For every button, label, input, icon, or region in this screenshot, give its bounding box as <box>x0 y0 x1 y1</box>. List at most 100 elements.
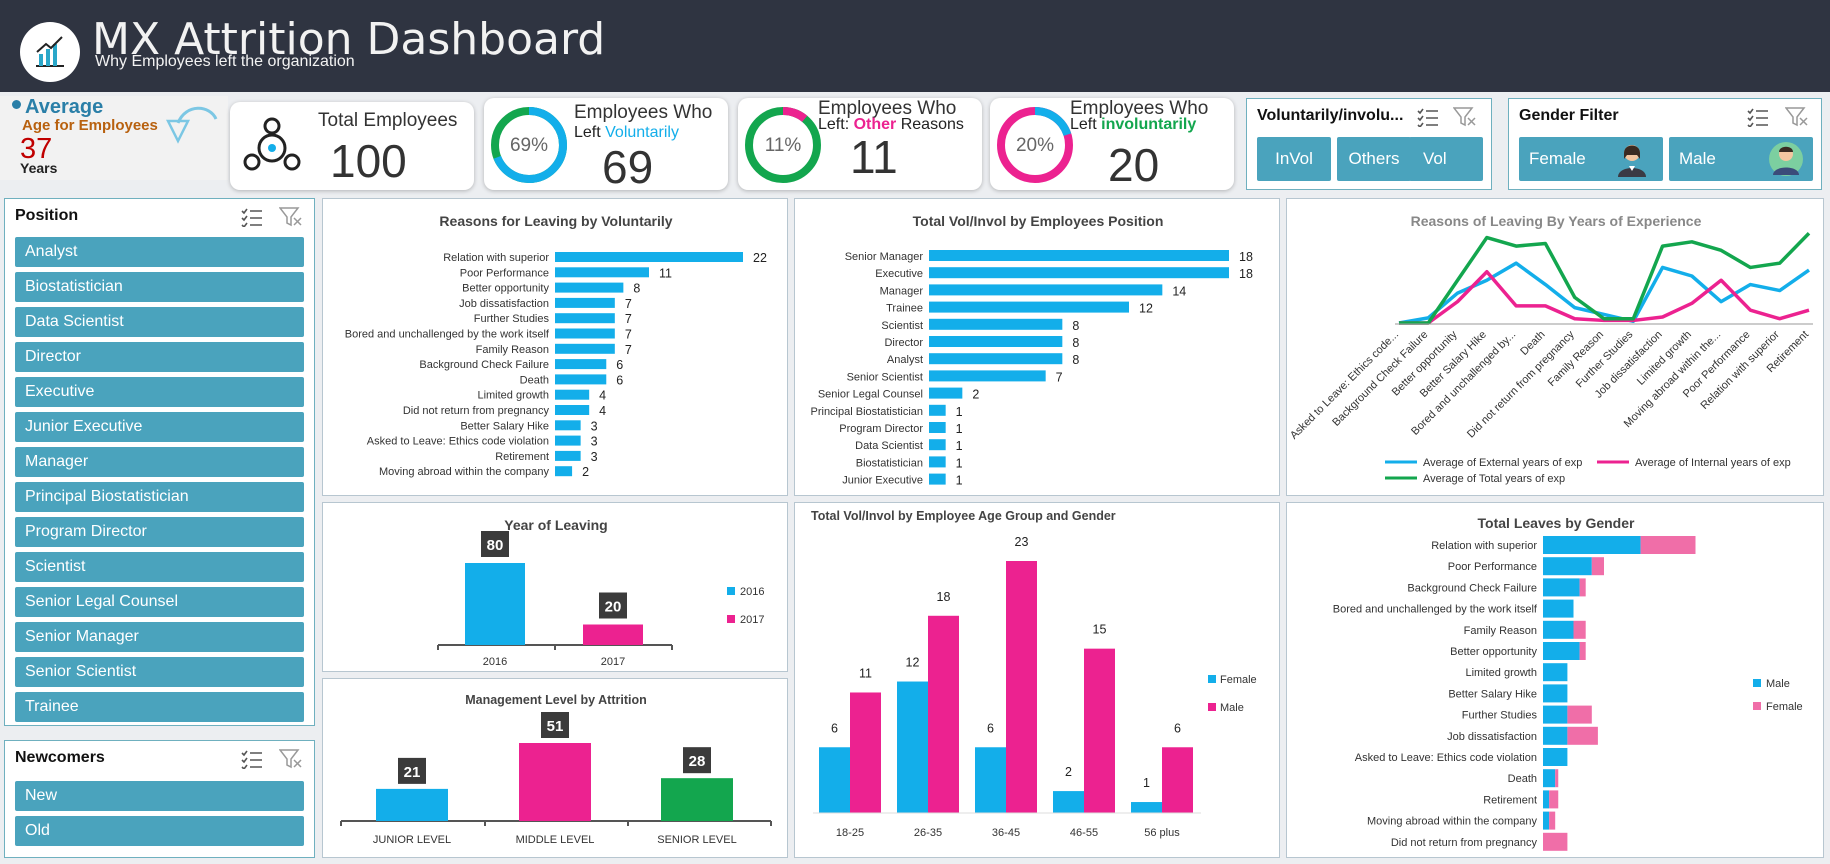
multi-select-icon[interactable] <box>1417 107 1439 127</box>
dashboard-logo-icon <box>20 22 80 82</box>
position-item-executive[interactable]: Executive <box>15 377 304 407</box>
gender-item-male[interactable]: Male <box>1669 137 1813 181</box>
category-label: Further Studies <box>1462 710 1538 722</box>
bar-segment <box>1543 599 1574 618</box>
multi-select-icon[interactable] <box>241 749 263 769</box>
kpi-other: 11% Employees Who Left: Other Reasons 11 <box>738 98 982 190</box>
bar <box>555 374 607 385</box>
newcomers-item-new[interactable]: New <box>15 781 304 811</box>
series-line <box>1398 261 1811 325</box>
position-item-director[interactable]: Director <box>15 342 304 372</box>
male-avatar-icon <box>1769 142 1803 176</box>
bar <box>850 692 881 813</box>
avg-age-unit: Years <box>20 160 58 176</box>
bar <box>583 624 643 645</box>
vol-slicer-title: Voluntarily/involu... <box>1257 107 1404 124</box>
position-item-program-director[interactable]: Program Director <box>15 517 304 547</box>
data-label: 12 <box>906 656 920 670</box>
category-label: Better opportunity <box>1450 646 1537 658</box>
legend-swatch <box>727 615 735 623</box>
vol-slicer-item-invol[interactable]: InVol <box>1257 137 1331 181</box>
data-label: 22 <box>753 251 767 265</box>
data-label: 1 <box>956 474 963 488</box>
category-label: Job dissatisfaction <box>1447 731 1537 743</box>
avg-sublabel: Age for Employees <box>22 117 158 134</box>
donut-involuntary-label: 20% <box>1016 135 1054 156</box>
category-label: MIDDLE LEVEL <box>516 834 595 846</box>
category-label: Trainee <box>886 303 923 315</box>
category-label: Family Reason <box>476 344 549 356</box>
bar <box>929 422 946 433</box>
position-item-analyst[interactable]: Analyst <box>15 237 304 267</box>
bar-segment <box>1543 620 1574 639</box>
category-label: Executive <box>875 268 923 280</box>
position-item-principal-biostatistician[interactable]: Principal Biostatistician <box>15 482 304 512</box>
vol-invol-slicer: Voluntarily/involu... InVol Others Vol <box>1246 98 1492 190</box>
position-slicer: Position Analyst Biostatistician Data Scie… <box>4 198 315 726</box>
position-item-trainee[interactable]: Trainee <box>15 692 304 722</box>
category-label: Retirement <box>495 451 549 463</box>
category-label: Limited growth <box>477 390 549 402</box>
category-label: Relation with superior <box>1431 540 1537 552</box>
legend-label: 2017 <box>740 614 764 626</box>
data-label: 2 <box>582 465 589 479</box>
data-label: 51 <box>547 718 564 735</box>
category-label: Better Salary Hike <box>460 420 549 432</box>
bar <box>661 778 733 821</box>
bar-segment <box>1543 726 1568 745</box>
position-item-manager[interactable]: Manager <box>15 447 304 477</box>
position-item-data-scientist[interactable]: Data Scientist <box>15 307 304 337</box>
data-label: 6 <box>1174 721 1181 735</box>
category-label: 26-35 <box>914 827 942 839</box>
category-label: Moving abroad within the company <box>1367 816 1537 828</box>
legend-swatch <box>1753 702 1761 710</box>
category-label: JUNIOR LEVEL <box>373 834 451 846</box>
bar <box>897 681 928 813</box>
vol-slicer-item-vol[interactable]: Vol <box>1409 137 1483 181</box>
category-label: Family Reason <box>1464 625 1537 637</box>
bar <box>1162 747 1193 813</box>
position-item-senior-manager[interactable]: Senior Manager <box>15 622 304 652</box>
data-label: 8 <box>633 282 640 296</box>
data-label: 6 <box>616 358 623 372</box>
gender-item-female[interactable]: Female <box>1519 137 1663 181</box>
clear-filter-icon[interactable] <box>1785 106 1809 128</box>
bar <box>555 450 581 461</box>
position-item-scientist[interactable]: Scientist <box>15 552 304 582</box>
position-item-senior-legal-counsel[interactable]: Senior Legal Counsel <box>15 587 304 617</box>
category-label: Bored and unchallenged by the work itsel… <box>345 329 550 341</box>
clear-filter-icon[interactable] <box>279 748 303 770</box>
bullet-icon <box>12 100 21 109</box>
category-label: Poor Performance <box>460 267 549 279</box>
legend-label: 2016 <box>740 586 764 598</box>
kpi-voluntary-value: 69 <box>602 141 654 193</box>
data-label: 6 <box>616 373 623 387</box>
bar <box>928 615 959 813</box>
multi-select-icon[interactable] <box>241 207 263 227</box>
data-label: 8 <box>1072 319 1079 333</box>
bar <box>929 473 946 485</box>
multi-select-icon[interactable] <box>1747 107 1769 127</box>
kpi-other-left: Left: <box>818 116 850 133</box>
legend-label: Average of Total years of exp <box>1423 473 1565 485</box>
newcomers-item-old[interactable]: Old <box>15 816 304 846</box>
bar <box>555 297 615 308</box>
data-label: 7 <box>625 328 632 342</box>
bar-segment <box>1579 578 1586 597</box>
bar <box>555 405 590 415</box>
position-item-senior-scientist[interactable]: Senior Scientist <box>15 657 304 687</box>
clear-filter-icon[interactable] <box>1453 106 1477 128</box>
position-item-biostatistician[interactable]: Biostatistician <box>15 272 304 302</box>
chart-position: Total Vol/Invol by Employees Position Se… <box>794 198 1280 496</box>
gender-filter-slicer: Gender Filter Female Male <box>1508 98 1822 190</box>
bar <box>555 343 615 354</box>
data-label: 4 <box>599 404 606 418</box>
category-label: Biostatistician <box>856 457 923 469</box>
data-label: 28 <box>689 753 706 770</box>
data-label: 2 <box>1065 765 1072 779</box>
position-item-junior-executive[interactable]: Junior Executive <box>15 412 304 442</box>
vol-slicer-item-others[interactable]: Others <box>1337 137 1411 181</box>
clear-filter-icon[interactable] <box>279 206 303 228</box>
category-label: Bored and unchallenged by the work itsel… <box>1333 604 1538 616</box>
kpi-other-value: 11 <box>850 131 898 183</box>
